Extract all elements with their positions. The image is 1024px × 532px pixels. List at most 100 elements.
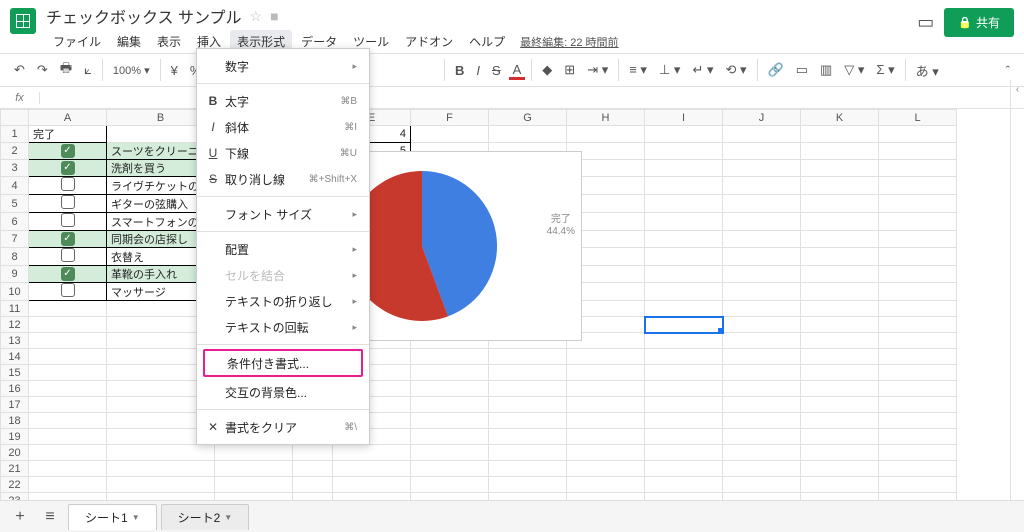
cell-H18[interactable] xyxy=(567,413,645,429)
checkbox-A3[interactable] xyxy=(61,161,75,175)
cell-K18[interactable] xyxy=(801,413,879,429)
cell-L13[interactable] xyxy=(879,333,957,349)
sheet-tab-シート2[interactable]: シート2▼ xyxy=(161,504,250,530)
text-color-icon[interactable]: A xyxy=(509,60,526,80)
cell-E20[interactable] xyxy=(333,445,411,461)
input-method-icon[interactable]: あ ▾ xyxy=(912,59,943,82)
cell-A17[interactable] xyxy=(29,397,107,413)
cell-L14[interactable] xyxy=(879,349,957,365)
sheet-tab-caret-icon[interactable]: ▼ xyxy=(224,513,232,522)
cell-I4[interactable] xyxy=(645,177,723,195)
cell-J12[interactable] xyxy=(723,317,801,333)
cell-A13[interactable] xyxy=(29,333,107,349)
row-header-15[interactable]: 15 xyxy=(1,365,29,381)
row-header-5[interactable]: 5 xyxy=(1,195,29,213)
cell-G16[interactable] xyxy=(489,381,567,397)
menu-item-9[interactable]: 配置▸ xyxy=(197,236,369,262)
select-all-corner[interactable] xyxy=(1,110,29,126)
cell-A14[interactable] xyxy=(29,349,107,365)
row-header-7[interactable]: 7 xyxy=(1,231,29,248)
cell-I15[interactable] xyxy=(645,365,723,381)
cell-A20[interactable] xyxy=(29,445,107,461)
col-header-A[interactable]: A xyxy=(29,110,107,126)
cell-K21[interactable] xyxy=(801,461,879,477)
cell-F21[interactable] xyxy=(411,461,489,477)
cell-A19[interactable] xyxy=(29,429,107,445)
col-header-K[interactable]: K xyxy=(801,110,879,126)
cell-C22[interactable] xyxy=(215,477,293,493)
cell-L11[interactable] xyxy=(879,301,957,317)
row-header-19[interactable]: 19 xyxy=(1,429,29,445)
cell-I1[interactable] xyxy=(645,126,723,143)
cell-G15[interactable] xyxy=(489,365,567,381)
borders-icon[interactable]: ⊞ xyxy=(560,60,579,80)
checkbox-A4[interactable] xyxy=(61,177,75,191)
col-header-H[interactable]: H xyxy=(567,110,645,126)
cell-G22[interactable] xyxy=(489,477,567,493)
cell-K2[interactable] xyxy=(801,143,879,160)
menu-item-0[interactable]: 数字▸ xyxy=(197,53,369,79)
strike-icon[interactable]: S xyxy=(488,61,505,80)
cell-I3[interactable] xyxy=(645,160,723,177)
menu-item-3[interactable]: I斜体⌘I xyxy=(197,114,369,140)
cell-L9[interactable] xyxy=(879,266,957,283)
cell-A4[interactable] xyxy=(29,177,107,195)
zoom-select[interactable]: 100% ▾ xyxy=(109,62,154,79)
cell-E22[interactable] xyxy=(333,477,411,493)
cell-F18[interactable] xyxy=(411,413,489,429)
cell-F15[interactable] xyxy=(411,365,489,381)
cell-L8[interactable] xyxy=(879,248,957,266)
cell-F22[interactable] xyxy=(411,477,489,493)
menu-item-4[interactable]: U下線⌘U xyxy=(197,140,369,166)
menu-ファイル[interactable]: ファイル xyxy=(46,30,108,53)
valign-icon[interactable]: ⊥ ▾ xyxy=(655,60,684,80)
cell-H21[interactable] xyxy=(567,461,645,477)
cell-K16[interactable] xyxy=(801,381,879,397)
checkbox-A8[interactable] xyxy=(61,248,75,262)
menu-アドオン[interactable]: アドオン xyxy=(398,30,460,53)
cell-L20[interactable] xyxy=(879,445,957,461)
cell-B21[interactable] xyxy=(107,461,215,477)
spreadsheet-grid[interactable]: ABCDEFGHIJKL1完了42スーツをクリーニン了53洗剤を買う4ライヴチケ… xyxy=(0,109,1024,529)
checkbox-A6[interactable] xyxy=(61,213,75,227)
cell-J5[interactable] xyxy=(723,195,801,213)
cell-D20[interactable] xyxy=(293,445,333,461)
cell-J4[interactable] xyxy=(723,177,801,195)
row-header-1[interactable]: 1 xyxy=(1,126,29,143)
cell-I19[interactable] xyxy=(645,429,723,445)
cell-I10[interactable] xyxy=(645,283,723,301)
cell-L3[interactable] xyxy=(879,160,957,177)
menu-item-7[interactable]: フォント サイズ▸ xyxy=(197,201,369,227)
wrap-icon[interactable]: ↵ ▾ xyxy=(688,60,717,80)
cell-I12[interactable] xyxy=(645,317,723,333)
row-header-4[interactable]: 4 xyxy=(1,177,29,195)
row-header-21[interactable]: 21 xyxy=(1,461,29,477)
cell-K14[interactable] xyxy=(801,349,879,365)
checkbox-A10[interactable] xyxy=(61,283,75,297)
cell-L17[interactable] xyxy=(879,397,957,413)
cell-F20[interactable] xyxy=(411,445,489,461)
cell-L6[interactable] xyxy=(879,213,957,231)
menu-item-14[interactable]: 条件付き書式... xyxy=(203,349,363,377)
filter-icon[interactable]: ▽ ▾ xyxy=(840,60,868,80)
side-panel-toggle[interactable]: ‹ xyxy=(1010,80,1024,500)
currency-button[interactable]: ¥ xyxy=(167,61,182,80)
row-header-20[interactable]: 20 xyxy=(1,445,29,461)
cell-I5[interactable] xyxy=(645,195,723,213)
paint-format-icon[interactable]: ⟀ xyxy=(80,60,96,80)
cell-L19[interactable] xyxy=(879,429,957,445)
cell-K11[interactable] xyxy=(801,301,879,317)
cell-J7[interactable] xyxy=(723,231,801,248)
fill-color-icon[interactable]: ◆ xyxy=(538,60,556,80)
cell-A2[interactable] xyxy=(29,143,107,160)
col-header-J[interactable]: J xyxy=(723,110,801,126)
cell-A15[interactable] xyxy=(29,365,107,381)
cell-K17[interactable] xyxy=(801,397,879,413)
cell-A18[interactable] xyxy=(29,413,107,429)
folder-icon[interactable]: ■ xyxy=(270,8,278,24)
cell-F14[interactable] xyxy=(411,349,489,365)
cell-A7[interactable] xyxy=(29,231,107,248)
cell-K8[interactable] xyxy=(801,248,879,266)
col-header-I[interactable]: I xyxy=(645,110,723,126)
cell-I9[interactable] xyxy=(645,266,723,283)
